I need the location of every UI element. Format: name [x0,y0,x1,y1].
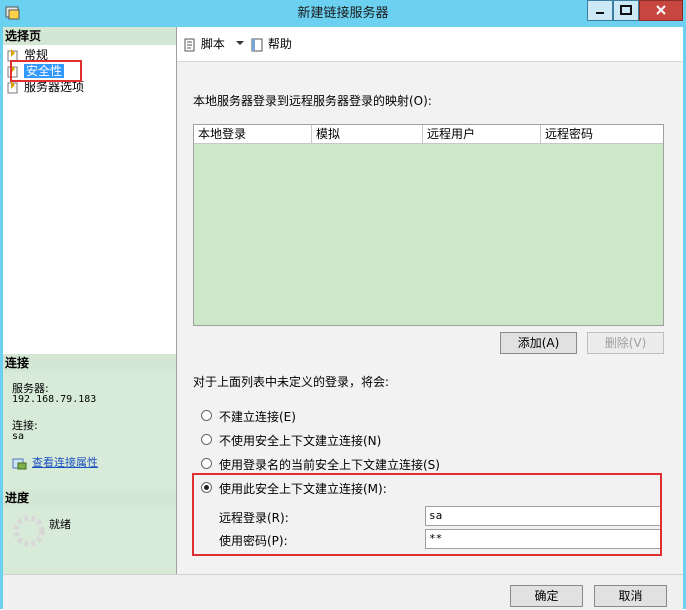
title-bar: 新建链接服务器 [0,0,686,27]
add-button[interactable]: 添加(A) [500,332,577,354]
footer: 确定 取消 [3,574,683,610]
view-connection-properties-label: 查看连接属性 [32,456,98,469]
progress-status: 就绪 [49,518,71,531]
help-label: 帮助 [267,37,292,51]
spinner-icon [13,515,45,547]
column-header-impersonate[interactable]: 模拟 [312,125,423,143]
connection-header: 连接 [3,354,176,372]
radio-no-connection-label[interactable]: 不建立连接(E) [219,408,296,425]
ok-button[interactable]: 确定 [510,585,583,607]
toolbar: 脚本 帮助 [177,27,683,62]
script-dropdown-button[interactable] [235,35,245,53]
connection-panel: 服务器: 192.168.79.183 连接: sa 查看连接属性 [3,372,176,492]
server-value: 192.168.79.183 [12,394,97,405]
radio-no-security-context[interactable] [201,434,212,445]
column-header-remote-user[interactable]: 远程用户 [423,125,541,143]
maximize-button[interactable] [613,0,639,21]
mapping-label: 本地服务器登录到远程服务器登录的映射(O): [193,94,432,108]
login-mapping-grid[interactable]: 本地登录 模拟 远程用户 远程密码 [193,124,664,326]
content-area: 本地服务器登录到远程服务器登录的映射(O): 本地登录 模拟 远程用户 远程密码… [177,62,683,574]
column-header-local-login[interactable]: 本地登录 [194,125,312,143]
page-item-label: 服务器选项 [24,80,85,94]
radio-current-context[interactable] [201,458,212,469]
grid-header: 本地登录 模拟 远程用户 远程密码 [194,125,663,144]
radio-no-connection[interactable] [201,410,212,421]
left-pane: 选择页 常规 安全性 服务器选项 连接 服务器: 192.168.79.183 … [3,27,177,574]
highlight-box-security-context [192,473,662,556]
page-icon [7,81,18,94]
properties-icon [12,458,27,469]
right-pane: 脚本 帮助 本地服务器登录到远程服务器登录的映射(O): 本地登录 模拟 远程用… [177,27,683,574]
view-connection-properties-link[interactable]: 查看连接属性 [12,454,98,470]
cancel-button[interactable]: 取消 [594,585,667,607]
column-header-remote-password[interactable]: 远程密码 [541,125,663,143]
help-icon [251,38,263,51]
progress-header: 进度 [3,489,176,507]
close-button[interactable] [639,0,683,21]
radio-current-context-label[interactable]: 使用登录名的当前安全上下文建立连接(S) [219,456,440,473]
script-label: 脚本 [200,37,225,51]
undefined-logins-label: 对于上面列表中未定义的登录，将会: [193,375,390,389]
minimize-button[interactable] [587,0,613,21]
progress-panel: 就绪 [3,507,176,574]
close-icon [656,5,666,15]
script-icon [184,38,195,51]
select-page-header: 选择页 [3,27,176,45]
connection-value: sa [12,431,25,442]
script-button[interactable]: 脚本 [183,35,225,53]
highlight-box-security [10,60,82,82]
window-title: 新建链接服务器 [297,6,389,21]
chevron-down-icon [236,41,244,45]
help-button[interactable]: 帮助 [250,35,292,53]
delete-button[interactable]: 删除(V) [587,332,664,354]
radio-no-security-context-label[interactable]: 不使用安全上下文建立连接(N) [219,432,381,449]
